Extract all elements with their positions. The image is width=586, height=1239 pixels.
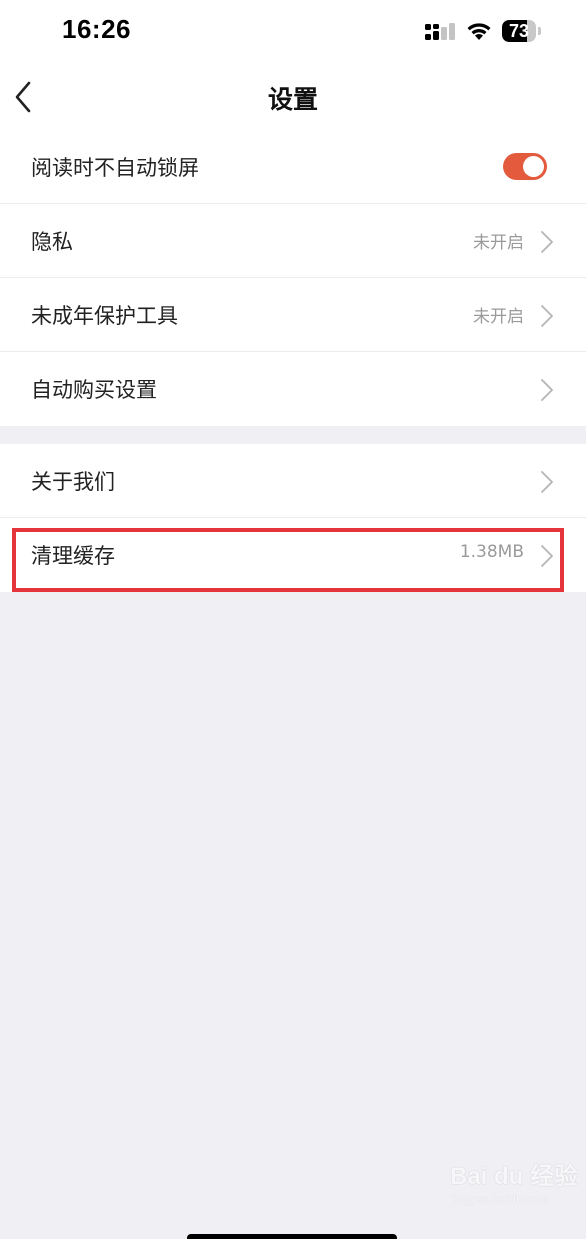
settings-group-about: 关于我们 清理缓存 1.38MB [0,444,586,592]
toggle-knob [523,156,544,177]
setting-label: 未成年保护工具 [31,304,178,328]
battery-level: 73 [508,21,530,41]
chevron-right-icon [541,305,553,327]
setting-row-auto-purchase[interactable]: 自动购买设置 [0,352,586,426]
setting-row-privacy[interactable]: 隐私 未开启 [0,204,586,278]
chevron-right-icon [541,231,553,253]
chevron-right-icon [541,471,553,493]
battery-tip [538,27,541,35]
chevron-right-icon [541,379,553,401]
chevron-right-icon [541,545,553,567]
setting-label: 清理缓存 [31,544,115,568]
setting-value: 未开启 [473,233,524,253]
page-title: 设置 [267,85,318,114]
cache-size-value: 1.38MB [459,542,524,562]
battery-indicator: 73 [502,20,542,42]
status-time: 16:26 [62,14,131,44]
setting-label: 隐私 [31,230,73,254]
settings-screen: 16:26 73 设置 阅读时不自动锁屏 隐私 未开启 未成年保护工具 未开启 … [0,0,586,1239]
setting-row-about-us[interactable]: 关于我们 [0,444,586,518]
no-autolock-toggle[interactable] [503,153,547,180]
status-bar: 16:26 73 [0,0,586,64]
watermark-text: Bai du 经验 [450,1163,579,1190]
setting-row-minor-protection[interactable]: 未成年保护工具 未开启 [0,278,586,352]
setting-row-no-autolock[interactable]: 阅读时不自动锁屏 [0,130,586,204]
setting-label: 阅读时不自动锁屏 [31,156,199,180]
baidu-jingyan-watermark: Bai du 经验 jingyan.baidu.com [450,1152,580,1222]
home-indicator [187,1234,397,1239]
watermark-url: jingyan.baidu.com [452,1192,549,1206]
cellular-signal-icon [425,23,455,40]
battery-body: 73 [502,20,536,42]
nav-bar: 设置 [0,64,586,130]
setting-label: 自动购买设置 [31,378,157,402]
setting-label: 关于我们 [31,470,115,494]
wifi-icon [467,23,491,40]
setting-value: 未开启 [473,307,524,327]
setting-row-clear-cache[interactable]: 清理缓存 1.38MB [0,518,586,592]
settings-group-general: 阅读时不自动锁屏 隐私 未开启 未成年保护工具 未开启 自动购买设置 [0,130,586,426]
